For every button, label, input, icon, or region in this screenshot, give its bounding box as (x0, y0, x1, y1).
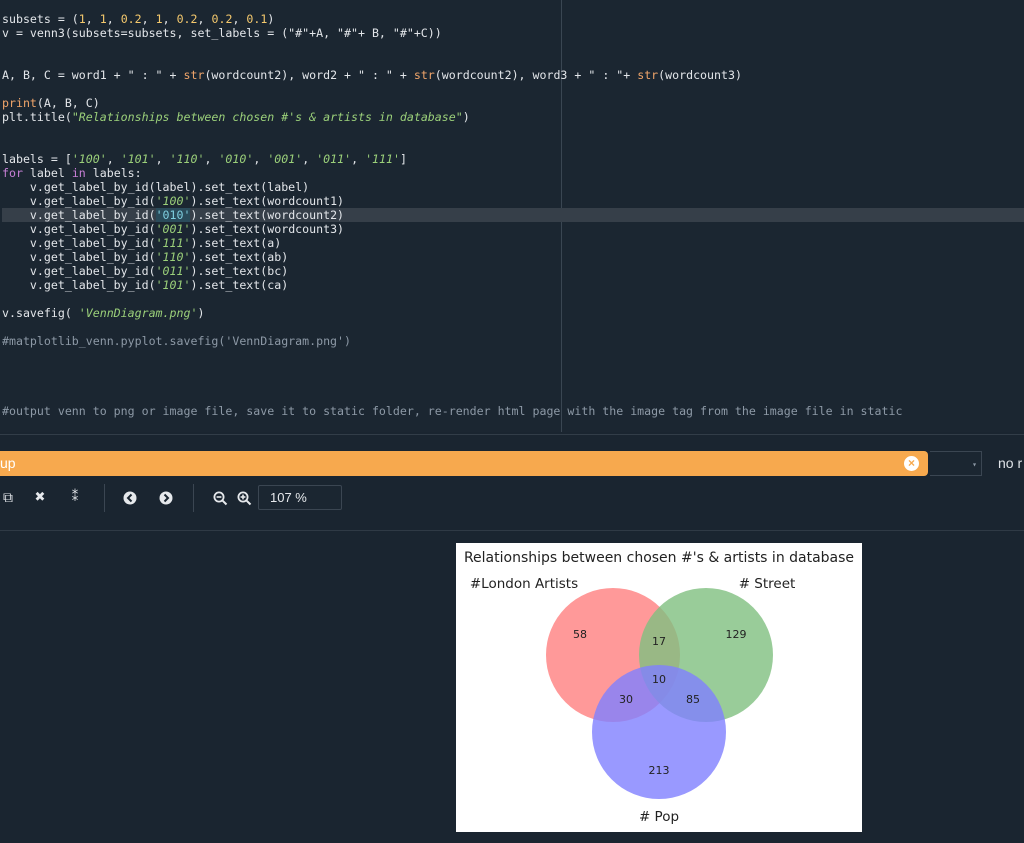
code-line[interactable]: subsets = (1, 1, 0.2, 1, 0.2, 0.2, 0.1) (2, 12, 1024, 26)
code-line[interactable]: for label in labels: (2, 166, 1024, 180)
code-line[interactable]: v.get_label_by_id('001').set_text(wordco… (2, 222, 1024, 236)
code-line[interactable] (2, 292, 1024, 306)
code-line[interactable] (2, 40, 1024, 54)
toolbar-divider (0, 530, 1024, 531)
back-icon[interactable] (121, 487, 139, 509)
set-label-b: # Street (739, 576, 796, 592)
code-line[interactable]: v.get_label_by_id('011').set_text(bc) (2, 264, 1024, 278)
image-preview: Relationships between chosen #'s & artis… (456, 543, 862, 832)
code-line[interactable]: #matplotlib_venn.pyplot.savefig('VennDia… (2, 334, 1024, 348)
editor-divider (0, 434, 1024, 435)
code-line[interactable] (2, 320, 1024, 334)
chevron-down-icon: ▾ (972, 460, 977, 469)
toolbar-separator (104, 484, 105, 512)
copy-icon[interactable]: ⧉ (0, 487, 16, 509)
code-line[interactable]: print(A, B, C) (2, 96, 1024, 110)
set-label-a: #London Artists (470, 576, 578, 592)
zoom-in-icon[interactable] (235, 487, 253, 509)
venn-region-011: 85 (686, 693, 700, 706)
code-line[interactable]: v.get_label_by_id('010').set_text(wordco… (2, 208, 1024, 222)
code-editor[interactable]: subsets = (1, 1, 0.2, 1, 0.2, 0.2, 0.1) v… (0, 0, 1024, 432)
venn-diagram: Relationships between chosen #'s & artis… (464, 550, 854, 825)
code-line[interactable]: v = venn3(subsets=subsets, set_labels = … (2, 26, 1024, 40)
code-line[interactable] (2, 54, 1024, 68)
zoom-out-icon[interactable] (211, 487, 229, 509)
code-line[interactable]: labels = ['100', '101', '110', '010', '0… (2, 152, 1024, 166)
code-line[interactable]: #output venn to png or image file, save … (2, 404, 1024, 418)
venn-region-110: 17 (652, 635, 666, 648)
venn-region-100: 58 (573, 628, 587, 641)
code-line[interactable] (2, 138, 1024, 152)
collapse-icon[interactable]: ⁑ (65, 487, 85, 509)
code-line[interactable]: v.get_label_by_id('101').set_text(ca) (2, 278, 1024, 292)
code-line[interactable]: v.get_label_by_id(label).set_text(label) (2, 180, 1024, 194)
find-input[interactable]: up (0, 451, 16, 476)
code-line[interactable] (2, 348, 1024, 362)
code-line[interactable]: v.get_label_by_id('111').set_text(a) (2, 236, 1024, 250)
code-line[interactable]: v.get_label_by_id('100').set_text(wordco… (2, 194, 1024, 208)
find-bar[interactable]: up × (0, 451, 928, 476)
venn-region-111: 10 (652, 673, 666, 686)
zoom-level-input[interactable]: 107 % (258, 485, 342, 510)
venn-region-010: 129 (726, 628, 747, 641)
code-line[interactable] (2, 390, 1024, 404)
toolbar-separator (193, 484, 194, 512)
forward-icon[interactable] (157, 487, 175, 509)
venn-region-001: 213 (649, 764, 670, 777)
chart-title: Relationships between chosen #'s & artis… (464, 550, 854, 566)
find-history-dropdown[interactable]: ▾ (930, 451, 982, 476)
code-line[interactable]: plt.title("Relationships between chosen … (2, 110, 1024, 124)
close-icon[interactable]: ✖ (31, 487, 49, 509)
code-line[interactable]: v.savefig( 'VennDiagram.png') (2, 306, 1024, 320)
code-line[interactable] (2, 82, 1024, 96)
venn-region-101: 30 (619, 693, 633, 706)
set-label-c: # Pop (639, 809, 679, 825)
find-option-label[interactable]: no r (998, 451, 1022, 476)
code-line[interactable]: A, B, C = word1 + " : " + str(wordcount2… (2, 68, 1024, 82)
clear-search-icon[interactable]: × (904, 456, 919, 471)
code-line[interactable]: v.get_label_by_id('110').set_text(ab) (2, 250, 1024, 264)
code-line[interactable] (2, 362, 1024, 376)
code-line[interactable] (2, 376, 1024, 390)
code-line[interactable] (2, 124, 1024, 138)
